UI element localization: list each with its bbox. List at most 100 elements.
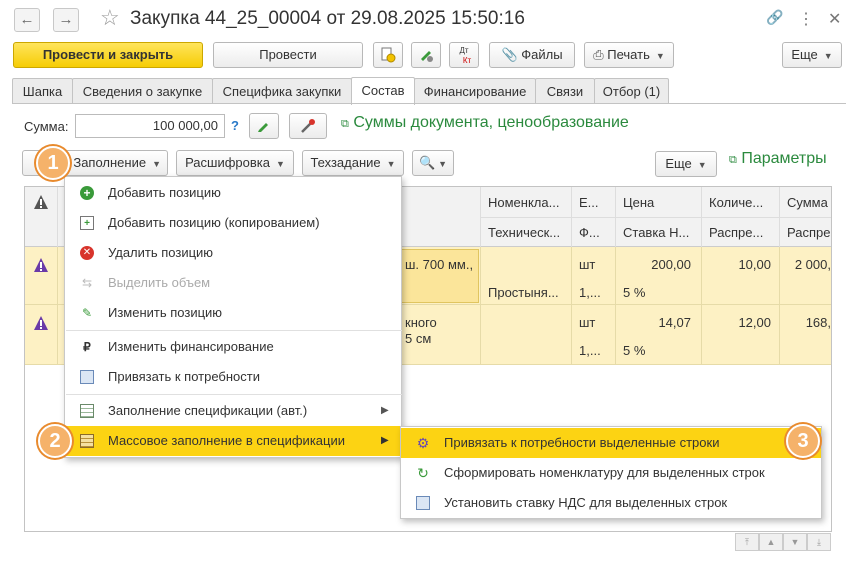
window-title: Закупка 44_25_00004 от 29.08.2025 15:50:…: [130, 8, 525, 29]
tab-header[interactable]: Шапка: [12, 78, 73, 104]
col-unit[interactable]: Е...: [579, 195, 609, 210]
approve-button[interactable]: [411, 42, 441, 68]
submenu-arrow-icon: ▶: [381, 435, 389, 446]
more-sub-button[interactable]: Еще ▼: [655, 151, 717, 177]
structure-button[interactable]: [373, 42, 403, 68]
chevron-down-icon: ▼: [655, 51, 665, 61]
row-sum: 168,: [805, 315, 831, 330]
row-unit: шт: [579, 257, 596, 272]
col-quantity[interactable]: Количе...: [709, 195, 779, 210]
pencil-icon: ✎: [81, 306, 93, 320]
decode-button[interactable]: Расшифровка ▼: [176, 150, 294, 176]
close-icon[interactable]: ✕: [828, 9, 841, 29]
col-distribution[interactable]: Распре...: [709, 225, 779, 240]
post-and-close-button[interactable]: Провести и закрыть: [13, 42, 203, 68]
arrow-left-icon: ←: [19, 11, 35, 28]
row-unit-2: 1,...: [579, 343, 601, 358]
menu-item-add-copy[interactable]: + Добавить позицию (копированием): [65, 208, 401, 238]
chevron-down-icon: ▼: [697, 160, 707, 170]
row-description-2: 5 см: [405, 331, 432, 346]
col-divider: [779, 247, 780, 365]
tab-purchase-specifics[interactable]: Специфика закупки: [212, 78, 352, 104]
forward-button[interactable]: →: [53, 8, 79, 32]
row-unit-2: 1,...: [579, 285, 601, 300]
vat-icon: [416, 496, 430, 510]
menu-separator: [66, 330, 402, 331]
more-button[interactable]: Еще ▼: [782, 42, 842, 68]
table-mass-icon: [80, 434, 94, 448]
menu-item-add-position[interactable]: + Добавить позицию: [65, 178, 401, 208]
tab-purchase-info[interactable]: Сведения о закупке: [72, 78, 213, 104]
post-button[interactable]: Провести: [213, 42, 363, 68]
submenu-item-set-vat[interactable]: Установить ставку НДС для выделенных стр…: [401, 488, 821, 518]
dt-kt-icon: Дт Кт: [459, 46, 472, 65]
tab-links[interactable]: Связи: [535, 78, 595, 104]
add-circle-icon: +: [80, 186, 94, 200]
col-sum[interactable]: Сумма: [787, 195, 831, 210]
tab-financing[interactable]: Финансирование: [414, 78, 536, 104]
chevron-down-icon: ▼: [438, 159, 448, 169]
col-price[interactable]: Цена: [623, 195, 698, 210]
dt-kt-button[interactable]: Дт Кт: [449, 42, 479, 68]
help-icon[interactable]: ?: [231, 118, 239, 133]
header-mid-line: [480, 217, 831, 218]
search-button[interactable]: 🔍 ▼: [412, 150, 454, 176]
scroll-down-button[interactable]: ▼: [783, 533, 807, 551]
scroll-up-button[interactable]: ▲: [759, 533, 783, 551]
magic-wand-button[interactable]: [289, 113, 327, 139]
sum-field[interactable]: 100 000,00: [75, 114, 225, 138]
favorite-star-icon[interactable]: ☆: [100, 5, 120, 31]
files-button[interactable]: 📎 Файлы: [489, 42, 575, 68]
menu-separator: [66, 394, 402, 395]
col-vat-rate[interactable]: Ставка Н...: [623, 225, 698, 240]
col-f[interactable]: Ф...: [579, 225, 609, 240]
printer-icon: ⎙: [593, 47, 604, 62]
tab-composition[interactable]: Состав: [351, 77, 415, 105]
row-quantity: 12,00: [738, 315, 771, 330]
menu-item-link-need[interactable]: Привязать к потребности: [65, 362, 401, 392]
row-nomenclature: Простыня...: [488, 285, 559, 300]
back-button[interactable]: ←: [14, 8, 40, 32]
row-vat: 5 %: [623, 285, 646, 300]
mass-fill-submenu: ⚙ Привязать к потребности выделенные стр…: [400, 426, 822, 519]
copy-add-icon: +: [80, 216, 94, 230]
edit-sum-button[interactable]: [249, 113, 279, 139]
print-button[interactable]: ⎙ Печать ▼: [584, 42, 674, 68]
split-icon: ⇆: [81, 276, 93, 290]
document-sums-link[interactable]: ⧉ Суммы документа, ценообразование: [341, 114, 629, 132]
external-link-icon: ⧉: [341, 118, 349, 130]
magic-wand-icon: [301, 119, 315, 133]
row-description: кного: [405, 315, 437, 330]
warning-header-icon: [33, 194, 49, 210]
external-link-icon: ⧉: [729, 154, 737, 166]
arrow-right-icon: →: [58, 11, 74, 28]
table-auto-icon: [80, 404, 94, 418]
chevron-down-icon: ▼: [152, 159, 161, 169]
menu-item-edit-position[interactable]: ✎ Изменить позицию: [65, 298, 401, 328]
delete-circle-icon: ✕: [80, 246, 94, 260]
more-vertical-icon[interactable]: ⋮: [798, 9, 814, 29]
menu-item-mass-fill-spec[interactable]: Массовое заполнение в спецификации ▶: [65, 426, 401, 456]
submenu-item-form-nomenclature[interactable]: ↻ Сформировать номенклатуру для выделенн…: [401, 458, 821, 488]
tab-filter[interactable]: Отбор (1): [594, 78, 669, 104]
col-divider: [571, 247, 572, 365]
refresh-icon: ↻: [417, 465, 429, 481]
col-nomenclature[interactable]: Номенкла...: [488, 195, 568, 210]
col-divider: [57, 187, 58, 247]
parameters-link[interactable]: ⧉ Параметры: [729, 150, 827, 168]
scroll-first-button[interactable]: ⤒: [735, 533, 759, 551]
menu-item-edit-financing[interactable]: ₽ Изменить финансирование: [65, 332, 401, 362]
chevron-down-icon: ▼: [386, 159, 396, 169]
paperclip-icon: 📎: [501, 47, 518, 62]
menu-item-fill-spec-auto[interactable]: Заполнение спецификации (авт.) ▶: [65, 396, 401, 426]
row-quantity: 10,00: [738, 257, 771, 272]
link-icon[interactable]: 🔗: [766, 9, 783, 26]
col-distribution-2[interactable]: Распре: [787, 225, 831, 240]
step-badge-2: 2: [38, 424, 72, 458]
menu-item-delete-position[interactable]: ✕ Удалить позицию: [65, 238, 401, 268]
scroll-last-button[interactable]: ⤓: [807, 533, 831, 551]
step-badge-3: 3: [786, 424, 820, 458]
submenu-item-link-selected[interactable]: ⚙ Привязать к потребности выделенные стр…: [401, 428, 821, 458]
col-technical[interactable]: Техническ...: [488, 225, 568, 240]
spec-button[interactable]: Техзадание ▼: [302, 150, 404, 176]
